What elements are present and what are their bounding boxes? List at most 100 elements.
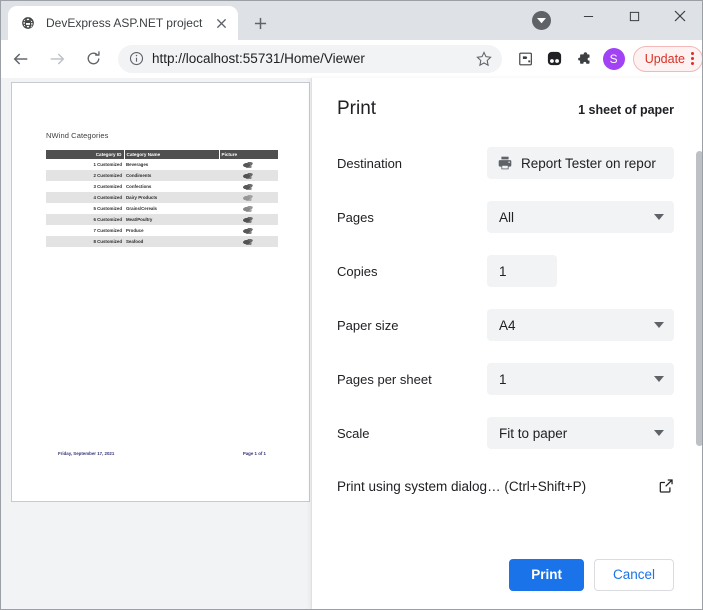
- setting-label-destination: Destination: [337, 156, 487, 171]
- minimize-button[interactable]: [565, 0, 611, 32]
- copies-input[interactable]: 1: [487, 255, 557, 287]
- product-thumbnail-icon: [242, 193, 255, 201]
- setting-row-pages: Pages All: [337, 190, 674, 244]
- cell-category-id: 6 Customized: [46, 214, 124, 225]
- report-page-number: Page 1 of 1: [243, 451, 266, 456]
- address-bar[interactable]: http://localhost:55731/Home/Viewer: [118, 45, 502, 73]
- column-header-category-id: Category ID: [46, 150, 124, 159]
- forward-icon[interactable]: [42, 44, 72, 74]
- close-window-button[interactable]: [657, 0, 703, 32]
- product-thumbnail-icon: [242, 182, 255, 190]
- report-body: NWind Categories Category ID Category Na…: [46, 131, 278, 247]
- back-icon[interactable]: [6, 44, 36, 74]
- setting-label-paper-size: Paper size: [337, 318, 487, 333]
- pages-per-sheet-value: 1: [499, 372, 648, 387]
- product-thumbnail-icon: [242, 160, 255, 168]
- scale-select[interactable]: Fit to paper: [487, 417, 674, 449]
- product-thumbnail-icon: [242, 226, 255, 234]
- window-controls: [565, 0, 703, 40]
- product-thumbnail-icon: [242, 215, 255, 223]
- new-tab-button[interactable]: [246, 9, 274, 37]
- system-dialog-label: Print using system dialog… (Ctrl+Shift+P…: [337, 479, 586, 494]
- browser-toolbar: http://localhost:55731/Home/Viewer: [0, 40, 703, 78]
- cell-category-id: 1 Customized: [46, 159, 124, 170]
- cell-picture: [219, 159, 278, 170]
- info-circle-icon[interactable]: [127, 50, 145, 68]
- tab-title: DevExpress ASP.NET project: [46, 16, 204, 30]
- copies-value: 1: [499, 264, 507, 279]
- setting-label-copies: Copies: [337, 264, 487, 279]
- setting-row-destination: Destination Report Tester on repor: [337, 136, 674, 190]
- page-title: Print: [337, 98, 376, 120]
- tab-search-icon[interactable]: [532, 11, 551, 30]
- external-link-icon: [658, 478, 674, 494]
- tab-strip: DevExpress ASP.NET project: [8, 6, 274, 40]
- cell-category-name: Confections: [124, 181, 219, 192]
- reload-icon[interactable]: [78, 44, 108, 74]
- kebab-menu-icon[interactable]: [691, 52, 694, 65]
- cell-picture: [219, 225, 278, 236]
- browser-window: DevExpress ASP.NET project: [0, 0, 703, 610]
- close-icon[interactable]: [212, 14, 230, 32]
- preview-page: NWind Categories Category ID Category Na…: [11, 82, 310, 502]
- report-title: NWind Categories: [46, 131, 278, 140]
- cell-category-name: Meat/Poultry: [124, 214, 219, 225]
- maximize-button[interactable]: [611, 0, 657, 32]
- cell-picture: [219, 214, 278, 225]
- chevron-down-icon: [654, 214, 664, 220]
- paper-size-select[interactable]: A4: [487, 309, 674, 341]
- setting-row-pages-per-sheet: Pages per sheet 1: [337, 352, 674, 406]
- cell-picture: [219, 170, 278, 181]
- puzzle-icon[interactable]: [571, 46, 597, 72]
- update-label: Update: [645, 52, 685, 66]
- cell-category-id: 7 Customized: [46, 225, 124, 236]
- print-dialog: Print 1 sheet of paper Destination: [311, 78, 703, 610]
- cell-category-id: 2 Customized: [46, 170, 124, 181]
- print-button[interactable]: Print: [509, 559, 584, 591]
- cell-category-id: 5 Customized: [46, 203, 124, 214]
- print-using-system-dialog-link[interactable]: Print using system dialog… (Ctrl+Shift+P…: [312, 460, 703, 494]
- pages-per-sheet-select[interactable]: 1: [487, 363, 674, 395]
- star-icon[interactable]: [472, 47, 496, 71]
- paper-size-value: A4: [499, 318, 648, 333]
- cell-category-name: Produce: [124, 225, 219, 236]
- cell-category-name: Beverages: [124, 159, 219, 170]
- cancel-button[interactable]: Cancel: [594, 559, 674, 591]
- extension-toolbar-icon[interactable]: [542, 46, 568, 72]
- dialog-scrollbar[interactable]: [694, 78, 703, 533]
- cell-category-name: Seafood: [124, 236, 219, 247]
- globe-icon: [20, 15, 36, 31]
- product-thumbnail-icon: [242, 171, 255, 179]
- destination-select[interactable]: Report Tester on repor: [487, 147, 674, 179]
- cell-category-name: Dairy Products: [124, 192, 219, 203]
- cell-category-name: Condiments: [124, 170, 219, 181]
- print-dialog-header: Print 1 sheet of paper: [312, 78, 703, 120]
- destination-value: Report Tester on repor: [521, 156, 656, 171]
- avatar[interactable]: S: [603, 48, 625, 70]
- setting-row-paper-size: Paper size A4: [337, 298, 674, 352]
- table-row: 3 Customized Confections: [46, 181, 278, 192]
- pages-select[interactable]: All: [487, 201, 674, 233]
- column-header-category-name: Category Name: [124, 150, 219, 159]
- table-row: 2 Customized Condiments: [46, 170, 278, 181]
- dialog-scrollbar-thumb[interactable]: [696, 151, 703, 446]
- print-dialog-footer: Print Cancel: [312, 538, 703, 610]
- reading-list-icon[interactable]: [513, 46, 539, 72]
- pages-value: All: [499, 210, 648, 225]
- table-row: 8 Customized Seafood: [46, 236, 278, 247]
- table-row: 4 Customized Dairy Products: [46, 192, 278, 203]
- tab-devexpress-project[interactable]: DevExpress ASP.NET project: [8, 6, 238, 40]
- report-footer: Friday, September 17, 2021 Page 1 of 1: [58, 451, 266, 456]
- table-row: 7 Customized Produce: [46, 225, 278, 236]
- report-date: Friday, September 17, 2021: [58, 451, 114, 456]
- setting-label-scale: Scale: [337, 426, 487, 441]
- table-row: 6 Customized Meat/Poultry: [46, 214, 278, 225]
- url-text: http://localhost:55731/Home/Viewer: [152, 51, 466, 66]
- update-button[interactable]: Update: [633, 46, 703, 72]
- cell-category-id: 8 Customized: [46, 236, 124, 247]
- cell-category-id: 3 Customized: [46, 181, 124, 192]
- product-thumbnail-icon: [242, 204, 255, 212]
- cell-picture: [219, 203, 278, 214]
- product-thumbnail-icon: [242, 237, 255, 245]
- cell-picture: [219, 192, 278, 203]
